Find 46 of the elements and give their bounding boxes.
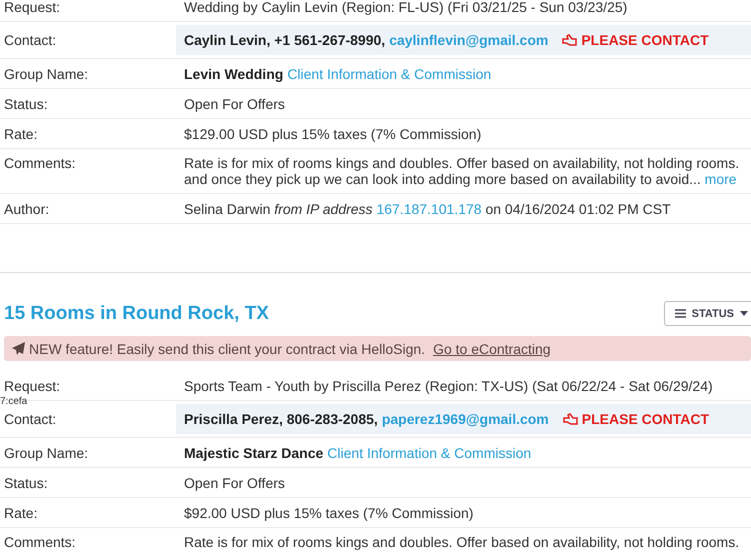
hand-icon [562, 34, 578, 46]
overlay-note: 7:cefa [0, 396, 28, 407]
field-label: Request: [3, 378, 62, 394]
field-label: Request: [3, 0, 62, 14]
field-label: Group Name: [3, 66, 90, 82]
field-value: Open For Offers [183, 474, 286, 490]
hand-icon [562, 412, 578, 426]
field-value: Open For Offers [183, 96, 286, 112]
please-contact-label: PLEASE CONTACT [562, 32, 709, 48]
please-contact-label: PLEASE CONTACT [562, 411, 710, 427]
email-link[interactable]: paperez1969@gmail.com [382, 411, 549, 427]
client-info-link[interactable]: Client Information & Commission [287, 66, 492, 82]
author-date: on 04/16/2024 01:02 PM CST [485, 200, 671, 216]
listing-title: 15 Rooms in Round Rock, TX [4, 302, 269, 324]
contact-name: Priscilla Perez, 806-283-2085, [184, 411, 378, 427]
comment-text: and once they pick up we can look into adding more based on availability to avoid... [184, 171, 701, 187]
econtracting-link[interactable]: Go to eContracting [433, 340, 551, 356]
field-value: Sports Team - Youth by Priscilla Perez (Region: TX-US) (Sat 06/22/24 - Sat 06/29/24) [183, 378, 714, 394]
field-label: Status: [3, 474, 49, 490]
field-value: Wedding by Caylin Levin (Region: FL-US) (Fri 03/21/25 - Sun 03/23/25) [183, 0, 628, 14]
ip-link[interactable]: 167.187.101.178 [376, 200, 482, 216]
banner-text: NEW feature! Easily send this client your contract via HelloSign. [29, 340, 426, 356]
field-label: Rate: [3, 504, 38, 520]
caret-icon [740, 311, 748, 316]
comment-text: Rate is for mix of rooms kings and doubles. Offer based on availability, not holding rooms. [184, 155, 740, 171]
field-label: Contact: [3, 411, 58, 427]
paper-plane-icon [12, 342, 25, 355]
contact-name: Caylin Levin, +1 561-267-8990, [184, 32, 386, 48]
field-value: $129.00 USD plus 15% taxes (7% Commission) [183, 126, 482, 142]
field-label: Contact: [3, 32, 58, 48]
menu-icon [674, 309, 686, 318]
field-label: Group Name: [3, 444, 90, 460]
comment-text: Rate is for mix of rooms kings and doubles. Offer based on availability, not holding rooms. [184, 534, 740, 550]
group-name: Levin Wedding [184, 66, 284, 82]
group-name: Majestic Starz Dance [184, 444, 324, 460]
client-info-link[interactable]: Client Information & Commission [327, 444, 532, 460]
more-link[interactable]: more [704, 171, 737, 187]
field-label: Comments: [3, 533, 77, 550]
status-button[interactable]: STATUS [664, 301, 751, 326]
field-value: $92.00 USD plus 15% taxes (7% Commission) [183, 504, 474, 520]
author-line: Selina Darwin from IP address [184, 200, 374, 216]
field-label: Rate: [3, 126, 38, 142]
field-label: Status: [3, 96, 49, 112]
email-link[interactable]: caylinflevin@gmail.com [389, 32, 548, 48]
field-label: Comments: [3, 154, 77, 171]
field-label: Author: [3, 200, 50, 216]
